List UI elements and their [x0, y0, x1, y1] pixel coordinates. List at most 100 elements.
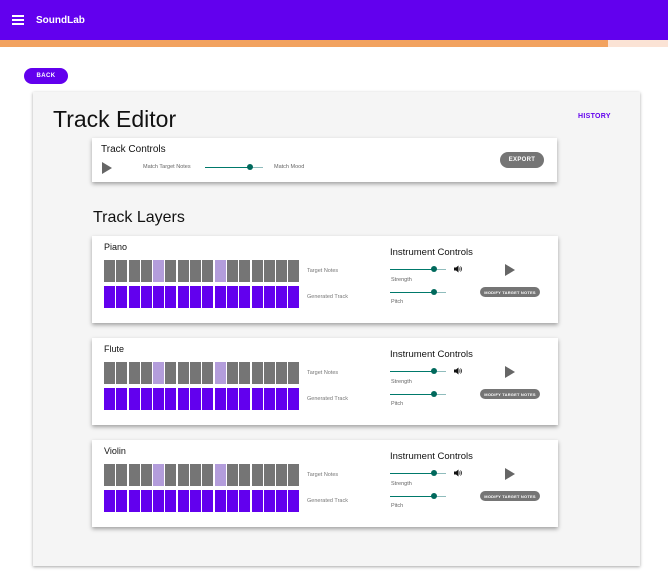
- target-note-cell[interactable]: [251, 260, 263, 282]
- target-notes-grid[interactable]: [104, 362, 301, 384]
- target-note-cell[interactable]: [140, 362, 152, 384]
- target-note-cell[interactable]: [239, 260, 251, 282]
- target-note-cell[interactable]: [251, 464, 263, 486]
- generated-note-cell: [263, 388, 275, 410]
- layer-card-flute: Flute Target Notes Generated Track Instr…: [92, 338, 558, 425]
- generated-note-cell: [251, 490, 263, 512]
- generated-note-cell: [276, 490, 288, 512]
- match-slider[interactable]: [205, 163, 263, 171]
- target-note-cell[interactable]: [153, 260, 165, 282]
- layer-name: Flute: [104, 344, 125, 354]
- target-notes-grid[interactable]: [104, 464, 301, 486]
- match-mood-label: Match Mood: [274, 164, 305, 170]
- target-note-cell[interactable]: [140, 464, 152, 486]
- target-note-cell[interactable]: [177, 464, 189, 486]
- target-note-cell[interactable]: [190, 464, 202, 486]
- target-note-cell[interactable]: [288, 362, 300, 384]
- generated-track-label: Generated Track: [307, 294, 348, 300]
- target-note-cell[interactable]: [202, 362, 214, 384]
- target-note-cell[interactable]: [263, 464, 275, 486]
- target-note-cell[interactable]: [116, 362, 128, 384]
- target-note-cell[interactable]: [165, 260, 177, 282]
- target-note-cell[interactable]: [140, 260, 152, 282]
- target-note-cell[interactable]: [190, 260, 202, 282]
- target-note-cell[interactable]: [276, 362, 288, 384]
- target-note-cell[interactable]: [104, 260, 115, 282]
- play-icon[interactable]: [505, 264, 515, 276]
- target-notes-label: Target Notes: [307, 472, 339, 478]
- target-note-cell[interactable]: [190, 362, 202, 384]
- target-notes-grid[interactable]: [104, 260, 301, 282]
- target-note-cell[interactable]: [116, 260, 128, 282]
- menu-icon[interactable]: [12, 15, 24, 27]
- generated-note-cell: [288, 490, 300, 512]
- target-note-cell[interactable]: [214, 362, 226, 384]
- generated-note-cell: [190, 286, 202, 308]
- target-note-cell[interactable]: [128, 260, 140, 282]
- generated-note-cell: [226, 490, 238, 512]
- target-note-cell[interactable]: [153, 464, 165, 486]
- volume-icon[interactable]: [453, 366, 463, 376]
- layer-name: Piano: [104, 242, 128, 252]
- generated-note-cell: [128, 490, 140, 512]
- target-note-cell[interactable]: [263, 260, 275, 282]
- target-note-cell[interactable]: [177, 260, 189, 282]
- generated-note-cell: [190, 388, 202, 410]
- play-icon[interactable]: [102, 162, 112, 174]
- play-icon[interactable]: [505, 366, 515, 378]
- target-note-cell[interactable]: [226, 260, 238, 282]
- target-note-cell[interactable]: [177, 362, 189, 384]
- target-note-cell[interactable]: [116, 464, 128, 486]
- strength-slider[interactable]: [390, 265, 446, 273]
- target-note-cell[interactable]: [165, 464, 177, 486]
- target-note-cell[interactable]: [128, 362, 140, 384]
- generated-note-cell: [104, 490, 115, 512]
- target-note-cell[interactable]: [251, 362, 263, 384]
- strength-slider[interactable]: [390, 367, 446, 375]
- target-note-cell[interactable]: [226, 464, 238, 486]
- volume-icon[interactable]: [453, 468, 463, 478]
- modify-target-notes-button[interactable]: MODIFY TARGET NOTES: [480, 491, 540, 501]
- target-note-cell[interactable]: [202, 464, 214, 486]
- generated-track-grid: [104, 490, 301, 512]
- target-note-cell[interactable]: [104, 362, 115, 384]
- modify-target-notes-button[interactable]: MODIFY TARGET NOTES: [480, 287, 540, 297]
- generated-note-cell: [276, 286, 288, 308]
- pitch-slider[interactable]: [390, 492, 446, 500]
- generated-note-cell: [177, 286, 189, 308]
- generated-track-label: Generated Track: [307, 396, 348, 402]
- pitch-slider[interactable]: [390, 390, 446, 398]
- modify-target-notes-button[interactable]: MODIFY TARGET NOTES: [480, 389, 540, 399]
- target-note-cell[interactable]: [165, 362, 177, 384]
- target-note-cell[interactable]: [153, 362, 165, 384]
- target-note-cell[interactable]: [263, 362, 275, 384]
- target-note-cell[interactable]: [276, 260, 288, 282]
- target-note-cell[interactable]: [128, 464, 140, 486]
- page-title: Track Editor: [53, 106, 177, 132]
- strength-label: Strength: [391, 481, 412, 487]
- export-button[interactable]: EXPORT: [500, 152, 544, 168]
- volume-icon[interactable]: [453, 264, 463, 274]
- play-icon[interactable]: [505, 468, 515, 480]
- generated-note-cell: [177, 388, 189, 410]
- generated-note-cell: [214, 490, 226, 512]
- target-note-cell[interactable]: [276, 464, 288, 486]
- instrument-controls-title: Instrument Controls: [390, 451, 473, 462]
- generated-note-cell: [251, 388, 263, 410]
- history-link[interactable]: HISTORY: [578, 113, 611, 120]
- target-note-cell[interactable]: [239, 464, 251, 486]
- back-button[interactable]: BACK: [24, 68, 68, 84]
- target-note-cell[interactable]: [104, 464, 115, 486]
- target-note-cell[interactable]: [239, 362, 251, 384]
- pitch-slider[interactable]: [390, 288, 446, 296]
- generated-note-cell: [263, 286, 275, 308]
- strength-slider[interactable]: [390, 469, 446, 477]
- generated-note-cell: [116, 388, 128, 410]
- generated-note-cell: [214, 286, 226, 308]
- target-note-cell[interactable]: [288, 464, 300, 486]
- target-note-cell[interactable]: [202, 260, 214, 282]
- target-note-cell[interactable]: [214, 260, 226, 282]
- target-note-cell[interactable]: [214, 464, 226, 486]
- target-note-cell[interactable]: [226, 362, 238, 384]
- target-note-cell[interactable]: [288, 260, 300, 282]
